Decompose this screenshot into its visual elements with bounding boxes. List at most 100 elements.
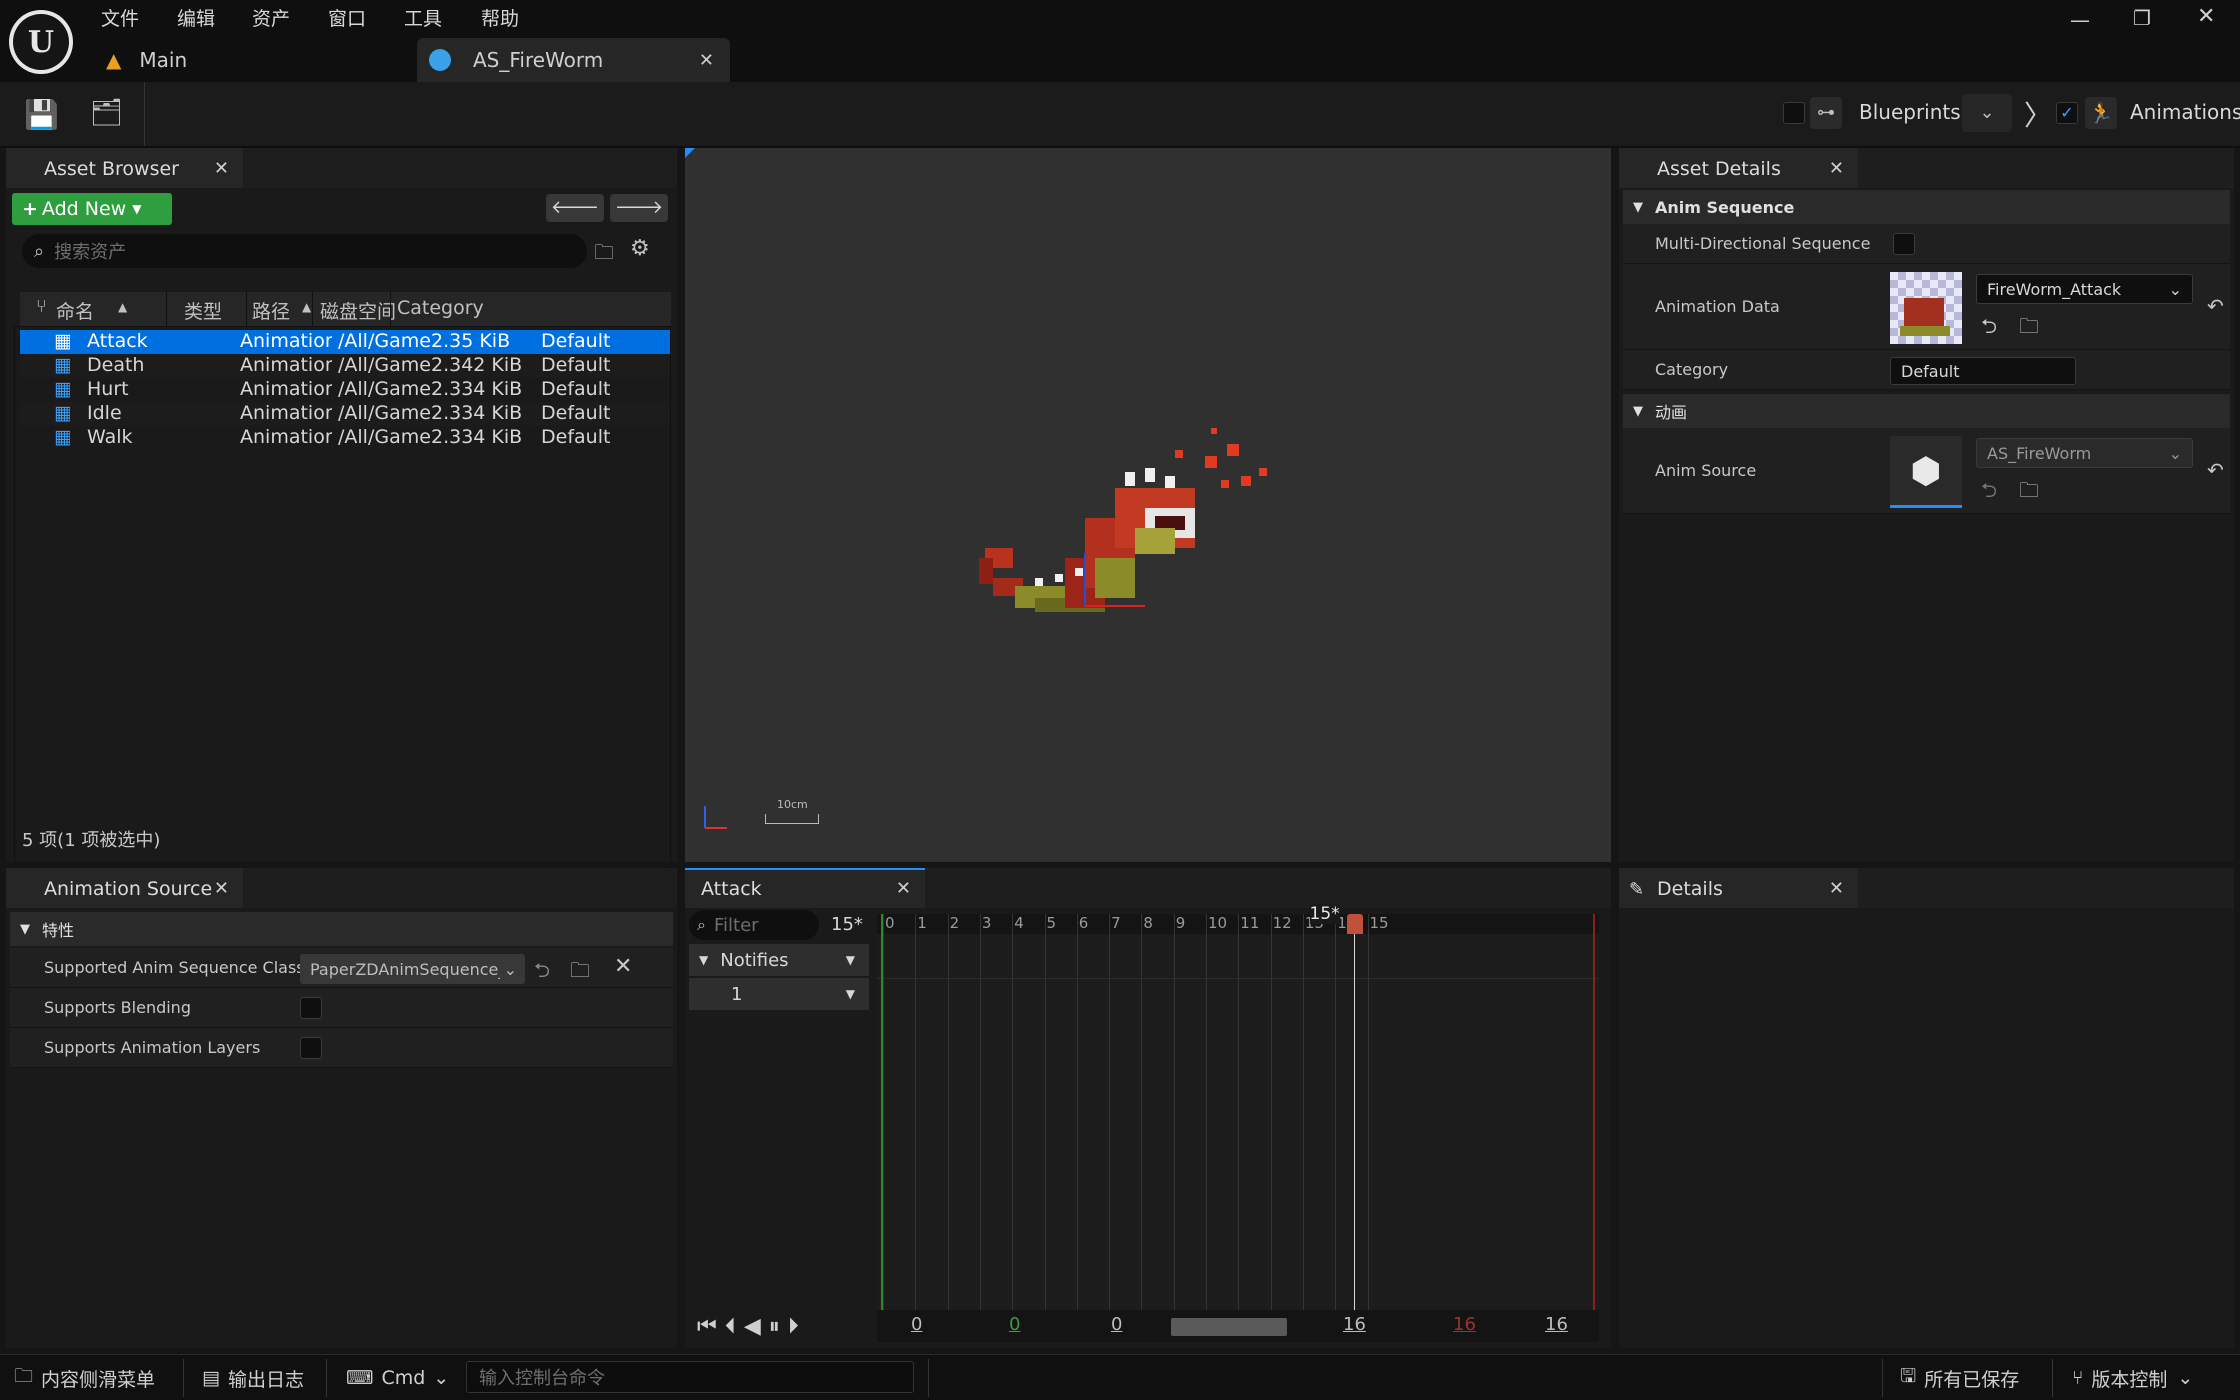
section-anim-sequence[interactable]: ▼ Anim Sequence <box>1623 190 2230 224</box>
section-animation[interactable]: ▼ 动画 <box>1623 394 2230 428</box>
menu-file[interactable]: 文件 <box>101 4 139 31</box>
animations-label[interactable]: Animations <box>2130 100 2240 124</box>
cmd-dropdown[interactable]: ⌨ Cmd ⌄ <box>346 1363 449 1393</box>
menu-edit[interactable]: 编辑 <box>177 4 215 31</box>
window-close-icon[interactable]: ✕ <box>2197 4 2215 29</box>
range-end[interactable]: 16 <box>1545 1314 1568 1335</box>
save-icon[interactable]: 💾 <box>24 98 59 131</box>
viewport[interactable]: 10cm <box>685 148 1611 862</box>
tab-asset-browser[interactable]: Asset Browser ✕ <box>6 148 243 188</box>
browse-asset-icon[interactable]: 🗂 <box>90 98 123 128</box>
col-size[interactable]: 磁盘空间 <box>320 297 396 324</box>
browse-icon[interactable]: 🗀 <box>2019 312 2039 346</box>
close-icon[interactable]: ✕ <box>1829 158 1844 179</box>
reset-icon[interactable]: ↶ <box>2207 458 2224 482</box>
range-start[interactable]: 0 <box>911 1314 922 1335</box>
close-icon[interactable]: ✕ <box>1829 878 1844 899</box>
playhead-handle[interactable] <box>1346 914 1363 934</box>
anim-data-thumbnail[interactable] <box>1890 272 1962 344</box>
browse-icon[interactable]: 🗀 <box>2019 476 2039 510</box>
table-row[interactable]: ▦ Walk Animation/All/Game 2.334 KiB Default <box>20 426 671 450</box>
range-play-end[interactable]: 16 <box>1453 1314 1476 1335</box>
blending-label: Supports Blending <box>44 998 191 1017</box>
gear-icon[interactable]: ⚙ <box>630 236 650 261</box>
playhead[interactable] <box>1353 914 1355 1314</box>
notify-track-1[interactable]: 1 ▼ <box>689 978 869 1010</box>
save-status-button[interactable]: 🖫 所有已保存 <box>1900 1363 2019 1393</box>
close-icon[interactable]: ✕ <box>699 50 714 71</box>
table-row[interactable]: ▦ Death Animation/All/Game 2.342 KiB Default <box>20 354 671 378</box>
range-view-end[interactable]: 16 <box>1343 1314 1366 1335</box>
minimize-icon[interactable]: — <box>2070 8 2090 32</box>
tab-attack[interactable]: Attack ✕ <box>685 868 925 908</box>
anim-data-dropdown[interactable]: FireWorm_Attack ⌄ <box>1976 274 2193 304</box>
tab-as-fireworm[interactable]: AS_FireWorm ✕ <box>417 38 730 82</box>
asset-search-input[interactable]: ⌕ 搜索资产 <box>22 234 587 268</box>
table-row[interactable]: ▦ Attack Animation/All/Game 2.35 KiB Default <box>20 330 671 354</box>
range-view-start[interactable]: 0 <box>1111 1314 1122 1335</box>
restore-icon[interactable]: ❐ <box>2133 6 2151 30</box>
tab-animation-source[interactable]: Animation Source ✕ <box>6 868 243 908</box>
col-path[interactable]: 路径 <box>252 297 290 324</box>
pause-icon[interactable]: ⏸ <box>769 1314 780 1339</box>
animations-checkbox[interactable]: ✓ <box>2056 102 2078 124</box>
menu-help[interactable]: 帮助 <box>481 4 519 31</box>
menu-window[interactable]: 窗口 <box>328 4 366 31</box>
reset-icon[interactable]: ↶ <box>2207 294 2224 318</box>
blueprints-label[interactable]: Blueprints <box>1859 100 1961 124</box>
anim-source-dropdown[interactable]: AS_FireWorm ⌄ <box>1976 438 2193 468</box>
blending-checkbox[interactable] <box>300 997 322 1019</box>
layers-checkbox[interactable] <box>300 1037 322 1059</box>
step-forward-icon[interactable]: ⏵ <box>788 1314 799 1339</box>
console-input[interactable]: 输入控制台命令 <box>466 1361 914 1393</box>
timeline-grid[interactable]: 012345678910111213141515* <box>877 904 1599 1314</box>
anim-source-thumbnail[interactable]: ⬢ <box>1890 436 1962 508</box>
output-log-button[interactable]: ▤ 输出日志 <box>202 1363 304 1393</box>
forward-button[interactable]: 🡒 <box>610 194 668 222</box>
class-dropdown[interactable]: PaperZDAnimSequence_ ⌄ <box>300 954 525 984</box>
step-back-icon[interactable]: ⏴ <box>725 1314 736 1339</box>
tab-asset-details[interactable]: Asset Details ✕ <box>1619 148 1858 188</box>
start-marker[interactable] <box>881 914 883 1314</box>
close-icon[interactable]: ✕ <box>214 158 229 179</box>
caret-down-icon[interactable]: ▼ <box>846 987 855 1001</box>
source-control-button[interactable]: ⑂ 版本控制 ⌄ <box>2072 1363 2193 1393</box>
col-category[interactable]: Category <box>397 297 484 319</box>
animations-icon: 🏃 <box>2085 97 2117 129</box>
close-icon[interactable]: ✕ <box>896 878 911 899</box>
col-type[interactable]: 类型 <box>184 297 222 324</box>
caret-down-icon[interactable]: ▼ <box>846 953 855 967</box>
browse-icon[interactable]: 🗀 <box>570 956 590 990</box>
unreal-logo-icon[interactable]: U <box>9 10 73 74</box>
timeline-filter-input[interactable]: ⌕ Filter <box>689 910 819 940</box>
category-input[interactable]: Default <box>1890 357 2076 385</box>
use-selected-icon[interactable]: ⮌ <box>1981 312 1997 346</box>
folder-icon[interactable]: 🗀 <box>594 238 614 272</box>
close-icon[interactable]: ✕ <box>214 878 229 899</box>
tab-details[interactable]: ✎ Details ✕ <box>1619 868 1858 908</box>
range-scrollbar[interactable] <box>1171 1318 1287 1336</box>
range-play-start[interactable]: 0 <box>1009 1314 1020 1335</box>
blueprints-checkbox[interactable] <box>1783 102 1805 124</box>
content-drawer-button[interactable]: 🗀 内容侧滑菜单 <box>14 1363 155 1393</box>
menu-tools[interactable]: 工具 <box>404 4 442 31</box>
tab-main[interactable]: ▲ Main <box>106 38 406 82</box>
menu-asset[interactable]: 资产 <box>252 4 290 31</box>
arrow-right-icon: 🡒 <box>614 197 664 218</box>
branch-icon[interactable]: ⑂ <box>36 296 47 317</box>
multi-dir-checkbox[interactable] <box>1893 233 1915 255</box>
table-row[interactable]: ▦ Idle Animation/All/Game 2.334 KiB Default <box>20 402 671 426</box>
use-selected-icon[interactable]: ⮌ <box>1981 476 1997 510</box>
end-marker[interactable] <box>1593 914 1595 1314</box>
skip-to-start-icon[interactable]: ⏮ <box>697 1314 717 1339</box>
use-selected-icon[interactable]: ⮌ <box>534 956 550 990</box>
blueprints-dropdown[interactable]: ⌄ <box>1962 94 2012 132</box>
notifies-track[interactable]: ▼ Notifies ▼ <box>689 944 869 976</box>
add-new-button[interactable]: + Add New ▼ <box>12 193 172 225</box>
play-reverse-icon[interactable]: ◀ <box>744 1314 761 1339</box>
section-properties[interactable]: ▼ 特性 <box>10 912 673 946</box>
back-button[interactable]: 🡐 <box>546 194 604 222</box>
col-name[interactable]: 命名 <box>56 297 94 324</box>
table-row[interactable]: ▦ Hurt Animation/All/Game 2.334 KiB Default <box>20 378 671 402</box>
clear-icon[interactable]: ✕ <box>614 954 632 979</box>
